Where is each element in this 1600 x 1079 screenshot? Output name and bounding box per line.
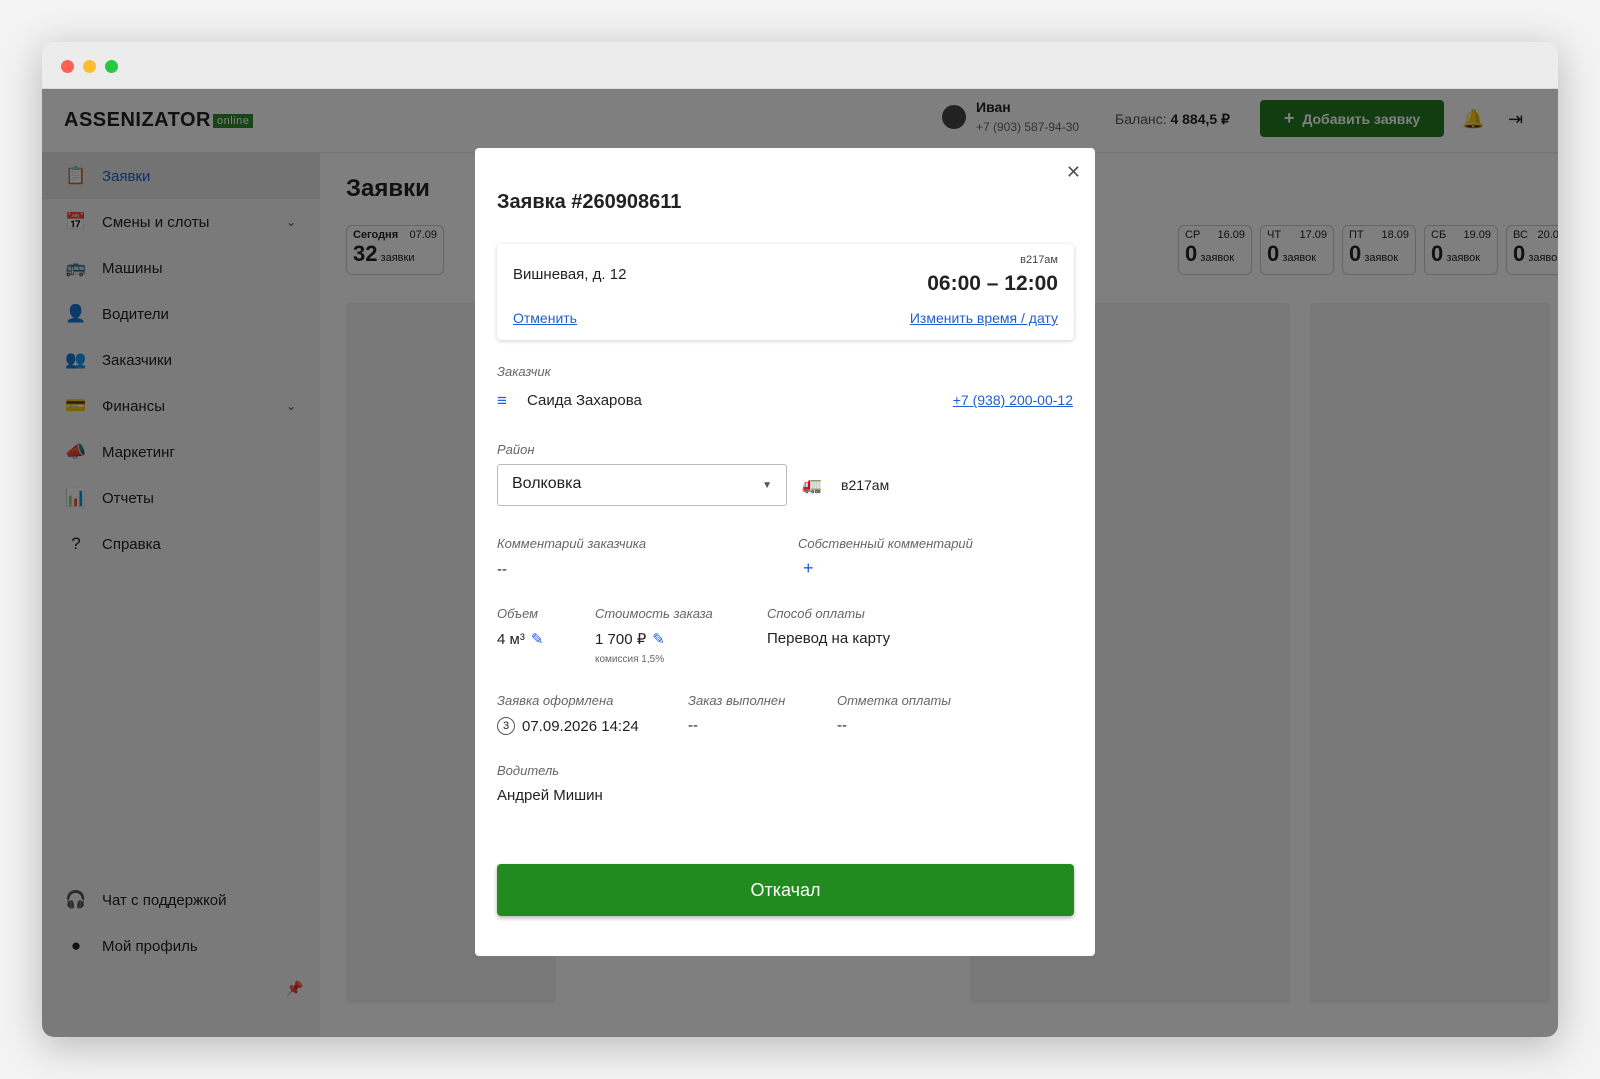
payment-method-label: Способ оплаты bbox=[767, 606, 865, 621]
pumped-out-button[interactable]: Откачал bbox=[497, 864, 1074, 916]
request-summary-card: Вишневая, д. 12 в217ам 06:00 – 12:00 Отм… bbox=[497, 244, 1074, 340]
add-comment-icon[interactable]: + bbox=[803, 558, 814, 579]
close-icon[interactable]: ✕ bbox=[1066, 162, 1081, 183]
district-label: Район bbox=[497, 442, 535, 457]
district-select-value: Волковка bbox=[512, 475, 582, 492]
truck-icon: 🚛 bbox=[802, 477, 822, 494]
paid-value: -- bbox=[837, 717, 847, 734]
done-value: -- bbox=[688, 717, 698, 734]
created-value: 07.09.2026 14:24 bbox=[522, 717, 639, 735]
cancel-request-link[interactable]: Отменить bbox=[513, 310, 577, 326]
edit-cost-icon[interactable]: ✎ bbox=[652, 631, 665, 648]
request-plate: в217ам bbox=[1020, 254, 1058, 266]
customer-comment-value: -- bbox=[497, 561, 507, 578]
volume-field[interactable]: 4 м³ ✎ bbox=[497, 630, 543, 648]
cost-value: 1 700 ₽ bbox=[595, 631, 647, 648]
customer-name: Саида Захарова bbox=[527, 392, 642, 409]
paid-label: Отметка оплаты bbox=[837, 693, 951, 708]
cost-label: Стоимость заказа bbox=[595, 606, 713, 621]
clock-badge-icon: 3 bbox=[497, 717, 515, 735]
request-time-range: 06:00 – 12:00 bbox=[927, 272, 1058, 295]
change-time-link[interactable]: Изменить время / дату bbox=[910, 310, 1058, 326]
minimize-window-button[interactable] bbox=[83, 60, 96, 73]
maximize-window-button[interactable] bbox=[105, 60, 118, 73]
cost-field[interactable]: 1 700 ₽ ✎ bbox=[595, 630, 665, 648]
own-comment-label: Собственный комментарий bbox=[798, 536, 973, 551]
customer-phone-link[interactable]: +7 (938) 200-00-12 bbox=[953, 392, 1073, 408]
close-window-button[interactable] bbox=[61, 60, 74, 73]
created-field: 3 07.09.2026 14:24 bbox=[497, 717, 639, 735]
volume-label: Объем bbox=[497, 606, 539, 621]
payment-method-value: Перевод на карту bbox=[767, 630, 891, 647]
caret-down-icon: ▼ bbox=[762, 480, 772, 491]
commission-note: комиссия 1,5% bbox=[595, 654, 665, 665]
created-label: Заявка оформлена bbox=[497, 693, 614, 708]
menu-icon[interactable]: ≡ bbox=[497, 391, 507, 411]
district-select[interactable]: Волковка ▼ bbox=[497, 464, 787, 506]
request-address: Вишневая, д. 12 bbox=[513, 266, 627, 283]
truck-plate: в217ам bbox=[841, 477, 890, 493]
driver-value: Андрей Мишин bbox=[497, 787, 603, 804]
volume-value: 4 м³ bbox=[497, 631, 525, 648]
customer-comment-label: Комментарий заказчика bbox=[497, 536, 647, 551]
done-label: Заказ выполнен bbox=[688, 693, 786, 708]
window-titlebar bbox=[42, 42, 1558, 89]
modal-title: Заявка #260908611 bbox=[497, 191, 682, 213]
driver-label: Водитель bbox=[497, 763, 560, 778]
request-modal: ✕ Заявка #260908611 Вишневая, д. 12 в217… bbox=[475, 148, 1095, 956]
app-window: ASSENIZATOR online Иван +7 (903) 587-94-… bbox=[42, 42, 1558, 1037]
edit-volume-icon[interactable]: ✎ bbox=[531, 631, 544, 648]
customer-label: Заказчик bbox=[497, 364, 551, 379]
